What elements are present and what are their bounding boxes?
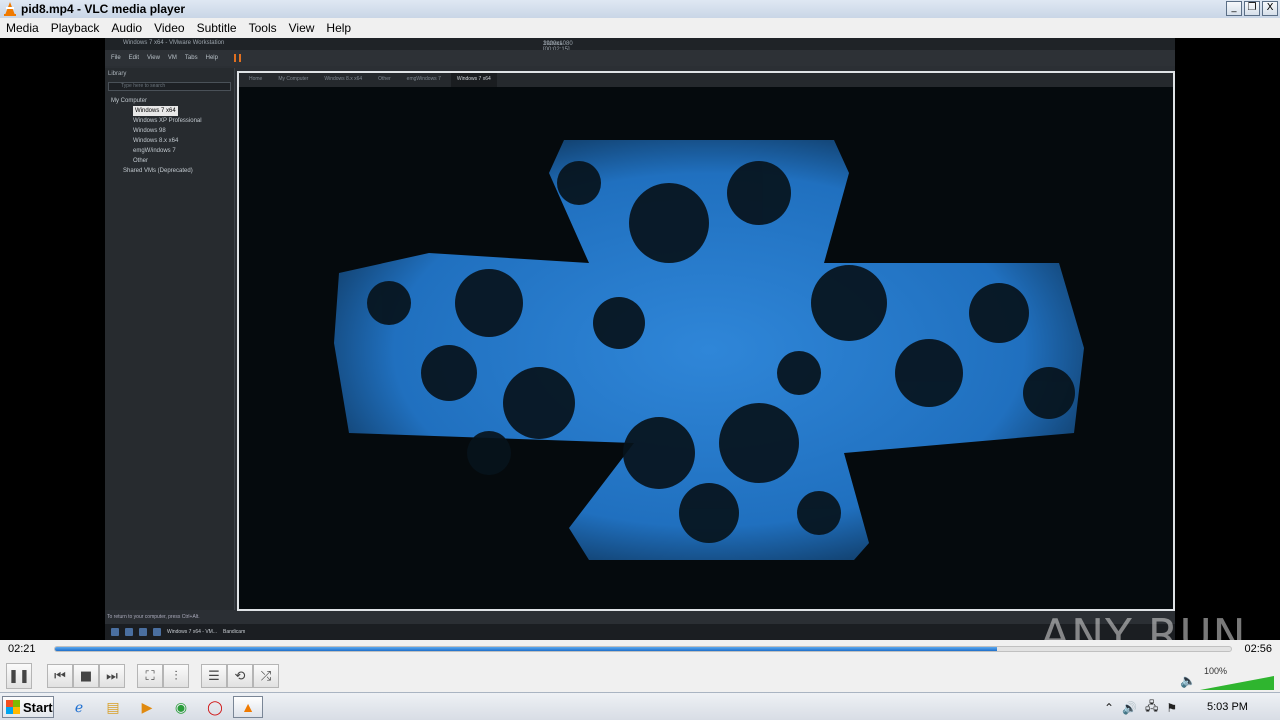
vm-tree-item: Windows 98 [133, 128, 166, 134]
vm-library-tree: My Computer Windows 7 x64 Windows XP Pro… [105, 93, 234, 179]
video-frame-vmware: Windows 7 x64 - VMware Workstation 1920x… [105, 38, 1175, 640]
chrome-icon[interactable]: ◉ [170, 697, 192, 717]
vm-taskbar-icon [153, 628, 161, 636]
vm-title: Windows 7 x64 - VMware Workstation [123, 40, 225, 46]
vm-menu-edit: Edit [128, 55, 140, 61]
volume-icon[interactable]: 🔈 [1180, 674, 1196, 689]
vm-tree-item: Windows 7 x64 [133, 106, 178, 116]
seek-progress-fill [55, 647, 997, 651]
vm-menu-tabs: Tabs [184, 55, 198, 61]
vm-menu-bar: File Edit View VM Tabs Help [105, 50, 1175, 66]
vm-guest-taskbar: Windows 7 x64 - VM... Bandicam [105, 624, 1175, 640]
shuffle-button[interactable]: ⤮ [253, 664, 279, 688]
vm-library-search: Type here to search [108, 82, 231, 91]
vm-library-panel: Library Type here to search My Computer … [105, 68, 235, 610]
vm-tree-item: emgW/indows 7 [133, 148, 176, 154]
menu-video[interactable]: Video [148, 21, 190, 35]
system-tray: ⌃ 🔊 🖧 ⚑ [1104, 697, 1177, 718]
current-time: 02:21 [8, 643, 36, 655]
vm-tree-item: Other [133, 158, 149, 164]
vm-tree-item: My Computer [111, 98, 148, 104]
start-button[interactable]: Start [2, 696, 54, 718]
playlist-button[interactable]: ☰ [201, 664, 227, 688]
controls-bar: ❚❚ ⏮ ■ ⏭ ⛶ ⫶ ☰ ⟲ ⤮ 🔈 100% [0, 660, 1280, 692]
vm-guest-screen: Home My Computer Windows 8.x x64 Other e… [237, 71, 1175, 611]
volume-slider[interactable] [1200, 676, 1274, 690]
vm-taskbar-icon [111, 628, 119, 636]
vm-status-text: To return to your computer, press Ctrl+A… [107, 614, 200, 620]
speaker-icon[interactable]: 🔊 [1122, 701, 1137, 715]
windows-flag-icon [6, 700, 20, 714]
menu-view[interactable]: View [283, 21, 321, 35]
clock[interactable]: 5:03 PM [1207, 701, 1248, 713]
minimize-button[interactable]: _ [1226, 1, 1242, 16]
network-icon[interactable]: 🖧 [1145, 697, 1158, 718]
vm-tree-item: Windows 8.x x64 [133, 138, 179, 144]
vm-menu-vm: VM [167, 55, 177, 61]
loop-button[interactable]: ⟲ [227, 664, 253, 688]
explorer-icon[interactable]: ▤ [102, 697, 124, 717]
vm-library-header: Library [108, 71, 127, 77]
title-bar: pid8.mp4 - VLC media player _ ❐ X [0, 0, 1280, 18]
volume-percent: 100% [1204, 666, 1228, 676]
menu-tools[interactable]: Tools [243, 21, 283, 35]
play-pause-button[interactable]: ❚❚ [6, 663, 32, 689]
vm-tree-item: Windows XP Professional [133, 118, 202, 124]
menu-help[interactable]: Help [320, 21, 357, 35]
next-button[interactable]: ⏭ [99, 664, 125, 688]
vm-menu-view: View [147, 55, 160, 61]
window-title: pid8.mp4 - VLC media player [21, 2, 186, 16]
menu-subtitle[interactable]: Subtitle [191, 21, 243, 35]
fullscreen-button[interactable]: ⛶ [137, 664, 163, 688]
total-time[interactable]: 02:56 [1244, 643, 1272, 655]
seek-slider[interactable] [54, 646, 1232, 652]
previous-button[interactable]: ⏮ [47, 664, 73, 688]
vm-title-bar: Windows 7 x64 - VMware Workstation 1920x… [105, 38, 1175, 53]
action-center-flag-icon[interactable]: ⚑ [1166, 701, 1177, 715]
menu-audio[interactable]: Audio [105, 21, 148, 35]
vlc-cone-icon [4, 2, 16, 16]
seek-row: 02:21 02:56 [0, 640, 1280, 660]
extended-settings-button[interactable]: ⫶ [163, 664, 189, 688]
vm-taskbar-label: Bandicam [223, 629, 246, 635]
close-button[interactable]: X [1262, 1, 1278, 16]
vlc-icon[interactable]: ▲ [233, 696, 263, 718]
menu-playback[interactable]: Playback [45, 21, 106, 35]
fractal-image [334, 140, 1084, 560]
menu-media[interactable]: Media [0, 21, 45, 35]
start-label: Start [23, 699, 53, 715]
vm-tree-item: Shared VMs (Deprecated) [123, 168, 193, 174]
menu-bar: Media Playback Audio Video Subtitle Tool… [0, 18, 1280, 38]
vm-taskbar-icon [139, 628, 147, 636]
opera-icon[interactable]: ◯ [204, 697, 226, 717]
ie-icon[interactable]: ℯ [68, 697, 90, 717]
media-player-icon[interactable]: ▶ [136, 697, 158, 717]
vm-taskbar-label: Windows 7 x64 - VM... [167, 629, 218, 635]
vm-pause-icon [233, 54, 241, 62]
maximize-button[interactable]: ❐ [1244, 1, 1260, 16]
video-area[interactable]: Windows 7 x64 - VMware Workstation 1920x… [0, 38, 1280, 661]
windows-taskbar: Start ℯ ▤ ▶ ◉ ◯ ▲ ⌃ 🔊 🖧 ⚑ 5:03 PM [0, 692, 1280, 720]
tray-expand-icon[interactable]: ⌃ [1104, 701, 1114, 715]
vm-menu-file: File [111, 55, 121, 61]
stop-button[interactable]: ■ [73, 664, 99, 688]
vm-taskbar-icon [125, 628, 133, 636]
vm-menu-help: Help [205, 55, 218, 61]
